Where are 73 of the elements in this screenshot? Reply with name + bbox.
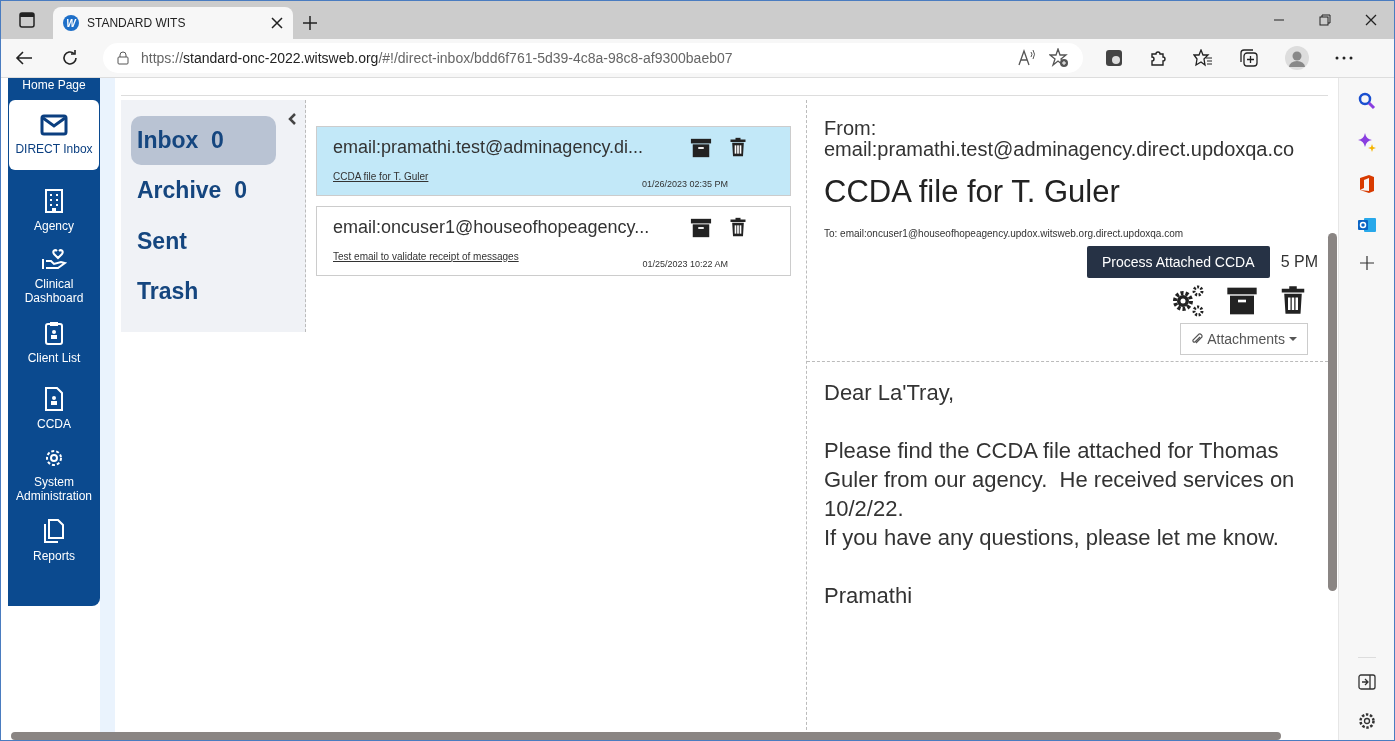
refresh-icon[interactable] bbox=[61, 49, 79, 67]
message-date: 01/25/2023 10:22 AM bbox=[642, 259, 728, 272]
document-person-icon bbox=[45, 387, 63, 411]
recipient-text: To: email:oncuser1@houseofhopeagency.updox.witsweb.org.direct.updoxqa.com bbox=[824, 228, 1185, 239]
gear-icon bbox=[43, 447, 65, 469]
plus-icon[interactable] bbox=[302, 15, 318, 31]
folder-item[interactable]: Trash bbox=[131, 266, 276, 316]
collections-icon[interactable] bbox=[1239, 49, 1259, 67]
settings-icon[interactable] bbox=[1357, 712, 1376, 730]
more-icon[interactable] bbox=[1335, 56, 1353, 60]
nav-item[interactable]: Home Page bbox=[8, 78, 100, 98]
url-text: https://standard-onc-2022.witsweb.org/#!/direct-inbox/bdd6f761-5d39-4c8a-98c8-af9300baeb07 bbox=[141, 50, 734, 66]
plus-icon[interactable] bbox=[1359, 256, 1374, 270]
nav-item[interactable]: Agency bbox=[8, 178, 100, 244]
message-paragraph: Please find the CCDA file attached for Thomas Guler from our agency. He received services on 10/2/22. If you have any questions, please let me know. bbox=[824, 437, 1296, 552]
archive-icon[interactable] bbox=[1226, 285, 1258, 317]
outlook-icon[interactable] bbox=[1356, 216, 1377, 234]
message-paragraph: Pramathi bbox=[824, 582, 914, 610]
message-title: CCDA file for T. Guler bbox=[824, 174, 1121, 210]
close-icon[interactable] bbox=[271, 17, 283, 29]
tab-actions-icon[interactable] bbox=[19, 12, 35, 28]
close-icon[interactable] bbox=[1365, 14, 1377, 26]
site-logo: W bbox=[63, 15, 79, 31]
attachments-dropdown[interactable]: Attachments bbox=[1180, 323, 1308, 355]
nav-item[interactable]: CCDA bbox=[8, 376, 100, 442]
archive-icon[interactable] bbox=[690, 217, 712, 239]
nav-item[interactable]: DIRECT Inbox bbox=[9, 100, 99, 170]
trash-icon[interactable] bbox=[728, 217, 748, 237]
restore-icon[interactable] bbox=[1319, 14, 1331, 26]
search-icon[interactable] bbox=[1357, 92, 1376, 110]
message-date: 01/26/2023 02:35 PM bbox=[641, 179, 728, 192]
hand-heart-icon bbox=[41, 249, 67, 271]
office-icon[interactable] bbox=[1357, 174, 1376, 194]
building-icon bbox=[45, 189, 63, 213]
message-sender: email:pramathi.test@adminagency.di... bbox=[333, 137, 645, 159]
browser-tab[interactable]: W STANDARD WITS bbox=[53, 7, 293, 39]
sender-email: email:pramathi.test@adminagency.direct.updoxqa.co bbox=[824, 139, 1296, 160]
documents-icon bbox=[44, 519, 64, 543]
clipboard-icon bbox=[45, 321, 63, 345]
nav-item[interactable]: Client List bbox=[8, 310, 100, 376]
message-subject-link[interactable]: Test email to validate receipt of messages bbox=[333, 250, 654, 262]
archive-icon[interactable] bbox=[690, 137, 712, 159]
tooltip: Process Attached CCDA bbox=[1087, 246, 1270, 278]
envelope-icon bbox=[40, 114, 68, 136]
back-icon[interactable] bbox=[15, 50, 33, 66]
from-label: From: bbox=[824, 118, 878, 139]
lock-icon bbox=[117, 51, 129, 65]
scrollbar-thumb[interactable] bbox=[1328, 233, 1337, 591]
address-bar[interactable]: https://standard-onc-2022.witsweb.org/#!/direct-inbox/bdd6f761-5d39-4c8a-98c8-af9300baeb07 bbox=[103, 43, 1083, 73]
sidebar-toggle-icon[interactable] bbox=[1357, 674, 1376, 690]
message-item[interactable]: email:oncuser1@houseofhopeagency... Test email to validate receipt of messages 01/25/2023 10:22 AM bbox=[316, 206, 791, 276]
folder-item[interactable]: Archive 0 bbox=[131, 166, 276, 216]
message-item[interactable]: email:pramathi.test@adminagency.di... CCDA file for T. Guler 01/26/2023 02:35 PM bbox=[316, 126, 791, 196]
chevron-left-icon[interactable] bbox=[287, 112, 297, 126]
profile-avatar-icon[interactable] bbox=[1285, 46, 1309, 70]
gears-icon[interactable] bbox=[1170, 285, 1206, 317]
puzzle-icon[interactable] bbox=[1149, 49, 1167, 67]
folder-item[interactable]: Sent bbox=[131, 216, 276, 266]
message-paragraph: Dear La'Tray, bbox=[824, 379, 956, 407]
caret-icon bbox=[1289, 336, 1297, 342]
read-aloud-icon[interactable] bbox=[1017, 49, 1037, 67]
message-date: 5 PM bbox=[1280, 253, 1318, 271]
folder-item[interactable]: Inbox 0 bbox=[131, 116, 276, 166]
scrollbar-thumb[interactable] bbox=[11, 732, 1281, 740]
trash-icon[interactable] bbox=[728, 137, 748, 157]
nav-item[interactable]: Clinical Dashboard bbox=[8, 244, 100, 310]
nav-item[interactable]: Reports bbox=[8, 508, 100, 574]
favorites-icon[interactable] bbox=[1193, 49, 1213, 67]
nav-item[interactable]: System Administration bbox=[8, 442, 100, 508]
message-sender: email:oncuser1@houseofhopeagency... bbox=[333, 217, 651, 239]
tab-title: STANDARD WITS bbox=[87, 16, 187, 30]
paperclip-icon bbox=[1191, 332, 1204, 346]
star-plus-icon[interactable] bbox=[1049, 48, 1069, 68]
